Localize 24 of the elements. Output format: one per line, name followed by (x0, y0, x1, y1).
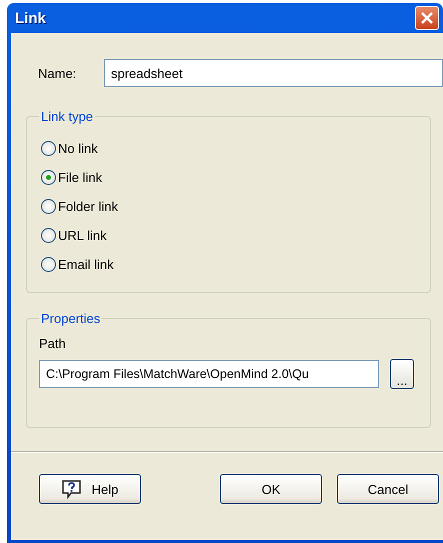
radio-option[interactable]: File link (39, 163, 104, 192)
radio-button[interactable] (41, 199, 56, 214)
radio-option[interactable]: URL link (39, 221, 109, 250)
help-icon (62, 479, 82, 499)
group-title: Link type (40, 109, 94, 124)
radio-button[interactable] (41, 257, 56, 272)
path-field[interactable]: C:\Program Files\MatchWare\OpenMind 2.0\Qu (39, 360, 379, 388)
radio-option[interactable]: No link (39, 134, 100, 163)
radio-button[interactable] (41, 228, 56, 243)
name-label: Name: (37, 66, 78, 80)
browse-button[interactable]: ... (390, 359, 414, 389)
close-button[interactable] (415, 6, 439, 30)
group-title: Properties (40, 311, 102, 326)
window-title: Link (15, 10, 46, 26)
radio-button[interactable] (41, 141, 56, 156)
cancel-button[interactable]: Cancel (337, 474, 439, 504)
close-icon (420, 11, 434, 25)
radio-button[interactable] (41, 170, 56, 185)
help-button[interactable]: Help (39, 474, 141, 504)
path-label: Path (39, 336, 67, 351)
radio-option[interactable]: Email link (39, 250, 116, 279)
name-field[interactable]: spreadsheet (104, 59, 443, 87)
radio-option[interactable]: Folder link (39, 192, 120, 221)
ok-button[interactable]: OK (220, 474, 322, 504)
